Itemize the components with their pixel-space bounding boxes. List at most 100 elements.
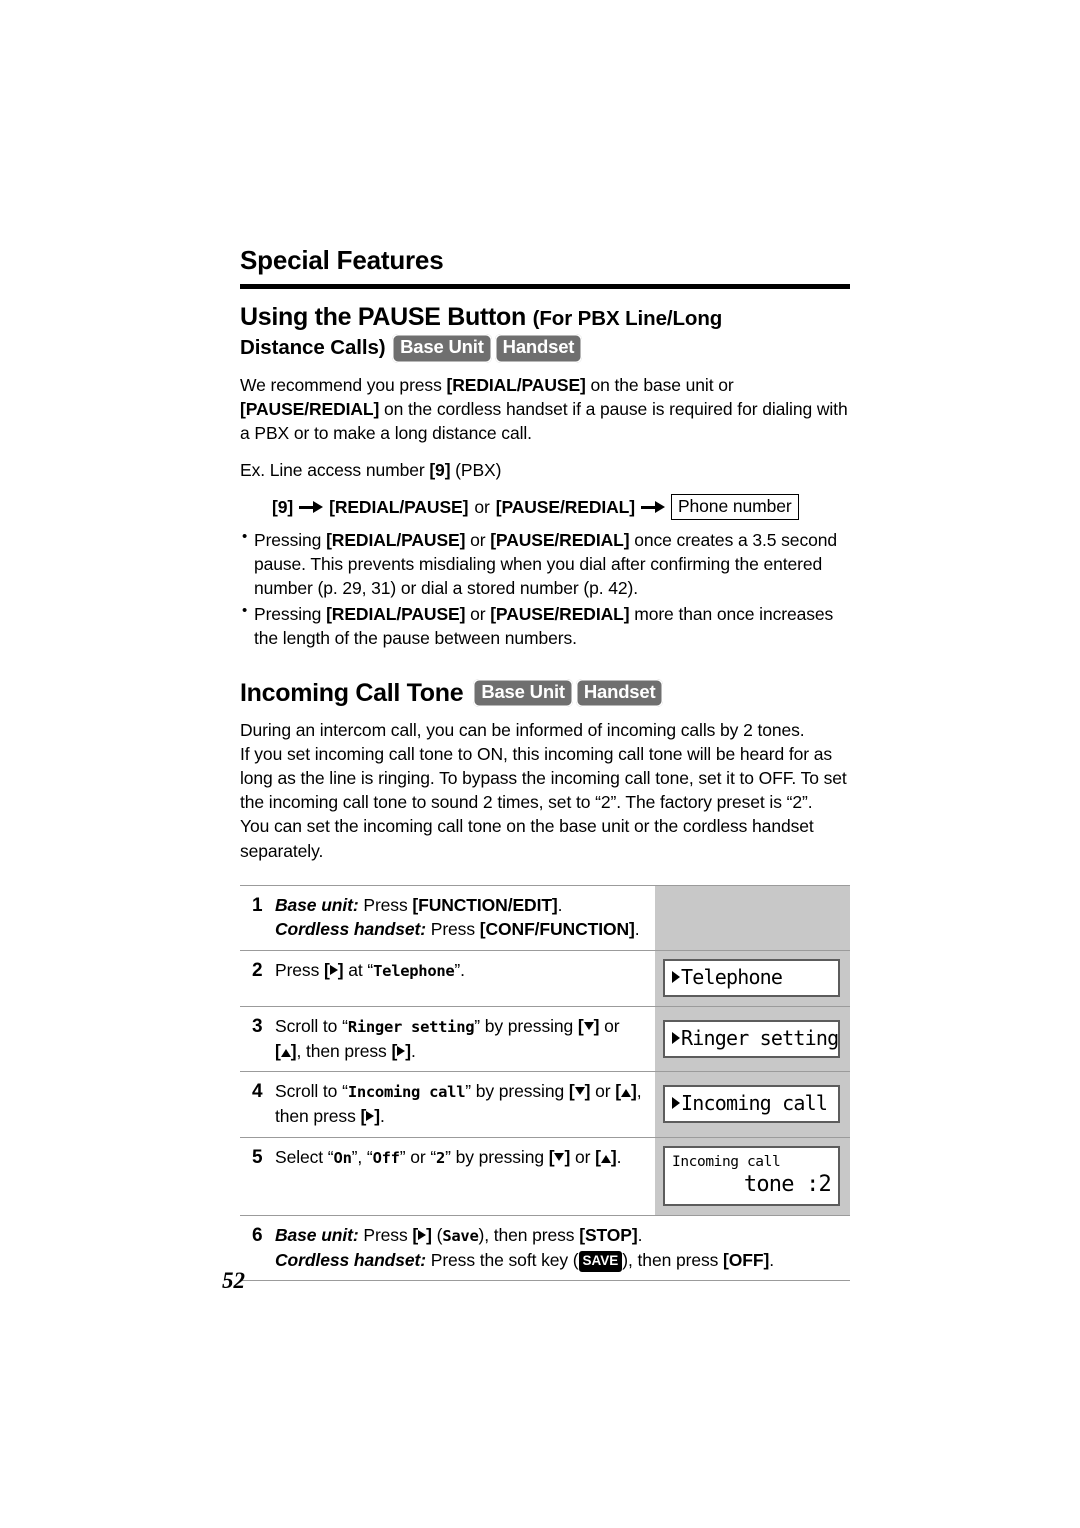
lcd-line: Incoming call <box>672 1153 781 1170</box>
lcd-display: Telephone <box>663 958 840 998</box>
step-number: 6 <box>252 1224 263 1246</box>
pause-heading-paren: (For PBX Line/Long <box>532 306 723 330</box>
step-6b-t3: . <box>769 1249 774 1270</box>
step-5-mono-off: Off <box>372 1148 400 1167</box>
triangle-right-icon <box>329 964 338 975</box>
step-1-content: 1 Base unit: Press [FUNCTION/EDIT]. Cord… <box>240 886 655 950</box>
steps-table: 1 Base unit: Press [FUNCTION/EDIT]. Cord… <box>240 884 850 1282</box>
key-right-arrow: [] <box>324 959 344 980</box>
step-6-key-stop: [STOP] <box>579 1224 638 1245</box>
step-3-t5: . <box>410 1040 416 1061</box>
step-number: 4 <box>252 1081 263 1103</box>
bullet1-key-1: [REDIAL/PAUSE] <box>326 530 466 551</box>
lcd-text: Incoming call <box>681 1090 828 1115</box>
step-3-content: 3 Scroll to “Ringer setting” by pressing… <box>240 1007 655 1071</box>
bullet2-text-1: Pressing <box>254 603 327 624</box>
triangle-right-icon <box>672 970 680 983</box>
step-4-content: 4 Scroll to “Incoming call” by pressing … <box>240 1072 655 1136</box>
intro-key-2: [PAUSE/REDIAL] <box>240 398 380 419</box>
pause-flow-diagram: [9] [REDIAL/PAUSE] or [PAUSE/REDIAL] Pho… <box>272 494 850 521</box>
step-2-t2: at “ <box>343 959 374 980</box>
key-right-arrow: [] <box>360 1106 380 1127</box>
step-4-mono: Incoming call <box>347 1083 466 1102</box>
bullet2-key-1: [REDIAL/PAUSE] <box>326 603 466 624</box>
badge-base-unit: Base Unit <box>392 334 492 363</box>
step-5-content: 5 Select “On”, “Off” or “2” by pressing … <box>240 1138 655 1215</box>
lcd-text: Telephone <box>681 964 783 989</box>
step-2-mono: Telephone <box>373 961 455 980</box>
bullet1-text-2: or <box>465 530 491 551</box>
lcd-line: Ringer setting <box>672 1026 839 1051</box>
step-1-t2: . <box>557 894 563 915</box>
pause-intro-paragraph: We recommend you press [REDIAL/PAUSE] on… <box>240 373 850 445</box>
table-row: 2 Press [] at “Telephone”. Telephone <box>240 949 850 1007</box>
key-down-arrow: [] <box>577 1016 600 1037</box>
step-1-line-1: Base unit: Press [FUNCTION/EDIT]. <box>275 893 649 918</box>
step-number: 3 <box>252 1016 263 1038</box>
step-3-t3: or <box>599 1016 620 1037</box>
triangle-right-icon <box>672 1096 680 1109</box>
example-text-1: Ex. Line access number <box>240 460 430 481</box>
table-row: 4 Scroll to “Incoming call” by pressing … <box>240 1071 850 1137</box>
pause-example-line: Ex. Line access number [9] (PBX) <box>240 458 850 482</box>
triangle-down-icon <box>583 1022 594 1031</box>
step-5-lcd-area: Incoming call tone :2 <box>655 1137 850 1215</box>
pause-heading-main: Using the PAUSE Button <box>240 302 526 331</box>
step-1-line-2: Cordless handset: Press [CONF/FUNCTION]. <box>275 917 649 942</box>
triangle-right-icon <box>397 1045 406 1056</box>
list-item: Pressing [REDIAL/PAUSE] or [PAUSE/REDIAL… <box>240 601 850 650</box>
triangle-up-icon <box>280 1048 291 1057</box>
tone-heading-text: Incoming Call Tone <box>240 678 464 707</box>
badge-base-unit-2: Base Unit <box>473 678 573 708</box>
step-number: 2 <box>252 959 263 981</box>
step-6-line-2: Cordless handset: Press the soft key (SA… <box>275 1248 844 1273</box>
step-2-content: 2 Press [] at “Telephone”. <box>240 951 655 1007</box>
key-up-arrow: [] <box>595 1146 617 1167</box>
step-3-mono: Ringer setting <box>347 1018 475 1037</box>
step-6-t4: . <box>637 1224 643 1245</box>
triangle-up-icon <box>600 1154 611 1163</box>
step-5-t1: Select “ <box>275 1146 334 1167</box>
step-4-t3: or <box>590 1081 616 1102</box>
badge-handset: Handset <box>494 334 583 363</box>
triangle-right-icon <box>418 1229 427 1240</box>
step-1-label-handset: Cordless handset: <box>275 919 426 940</box>
step-3-lcd-area: Ringer setting <box>655 1007 850 1072</box>
step-6-content: 6 Base unit: Press [] (Save), then press… <box>240 1216 850 1281</box>
step-1-label-base-unit: Base unit: <box>275 894 359 915</box>
step-5-t3: ” or “ <box>399 1146 437 1167</box>
bullet2-text-2: or <box>465 603 491 624</box>
step-6-label-base-unit: Base unit: <box>275 1224 359 1245</box>
step-1-key: [FUNCTION/EDIT] <box>412 894 558 915</box>
badge-handset-2: Handset <box>575 678 664 708</box>
step-5-t2: ”, “ <box>351 1146 373 1167</box>
step-4-t1: Scroll to “ <box>275 1081 348 1102</box>
step-4-t2: ” by pressing <box>465 1081 569 1102</box>
lcd-line: Telephone <box>672 964 831 990</box>
step-6-t2: ( <box>431 1224 443 1245</box>
step-3-t1: Scroll to “ <box>275 1016 348 1037</box>
key-up-arrow: [] <box>615 1081 637 1102</box>
flow-phone-number-box: Phone number <box>670 494 799 521</box>
step-5-mono-on: On <box>333 1148 352 1167</box>
pause-bullet-list: Pressing [REDIAL/PAUSE] or [PAUSE/REDIAL… <box>240 527 850 650</box>
key-down-arrow: [] <box>568 1081 591 1102</box>
step-text: Scroll to “Incoming call” by pressing []… <box>275 1079 649 1128</box>
example-key-9: [9] <box>429 460 451 481</box>
table-row: 1 Base unit: Press [FUNCTION/EDIT]. Cord… <box>240 884 850 950</box>
key-right-arrow: [] <box>412 1224 432 1245</box>
list-item: Pressing [REDIAL/PAUSE] or [PAUSE/REDIAL… <box>240 527 850 600</box>
pause-section-heading: Using the PAUSE Button (For PBX Line/Lon… <box>240 303 850 363</box>
triangle-right-icon <box>366 1111 375 1122</box>
step-6b-t1: Press the soft key ( <box>425 1249 579 1270</box>
tone-section-heading: Incoming Call Tone Base Unit Handset <box>240 678 850 708</box>
step-text: Base unit: Press [] (Save), then press [… <box>275 1223 844 1273</box>
step-text: Press [] at “Telephone”. <box>275 958 649 999</box>
title-divider <box>240 283 850 289</box>
lcd-display: Incoming call <box>663 1084 840 1124</box>
tone-description-paragraph: During an intercom call, you can be info… <box>240 719 847 861</box>
step-1b-key: [CONF/FUNCTION] <box>479 919 635 940</box>
step-1-lcd-area <box>655 885 850 950</box>
arrow-right-icon-2 <box>640 501 665 514</box>
flow-step-9: [9] <box>272 496 294 517</box>
